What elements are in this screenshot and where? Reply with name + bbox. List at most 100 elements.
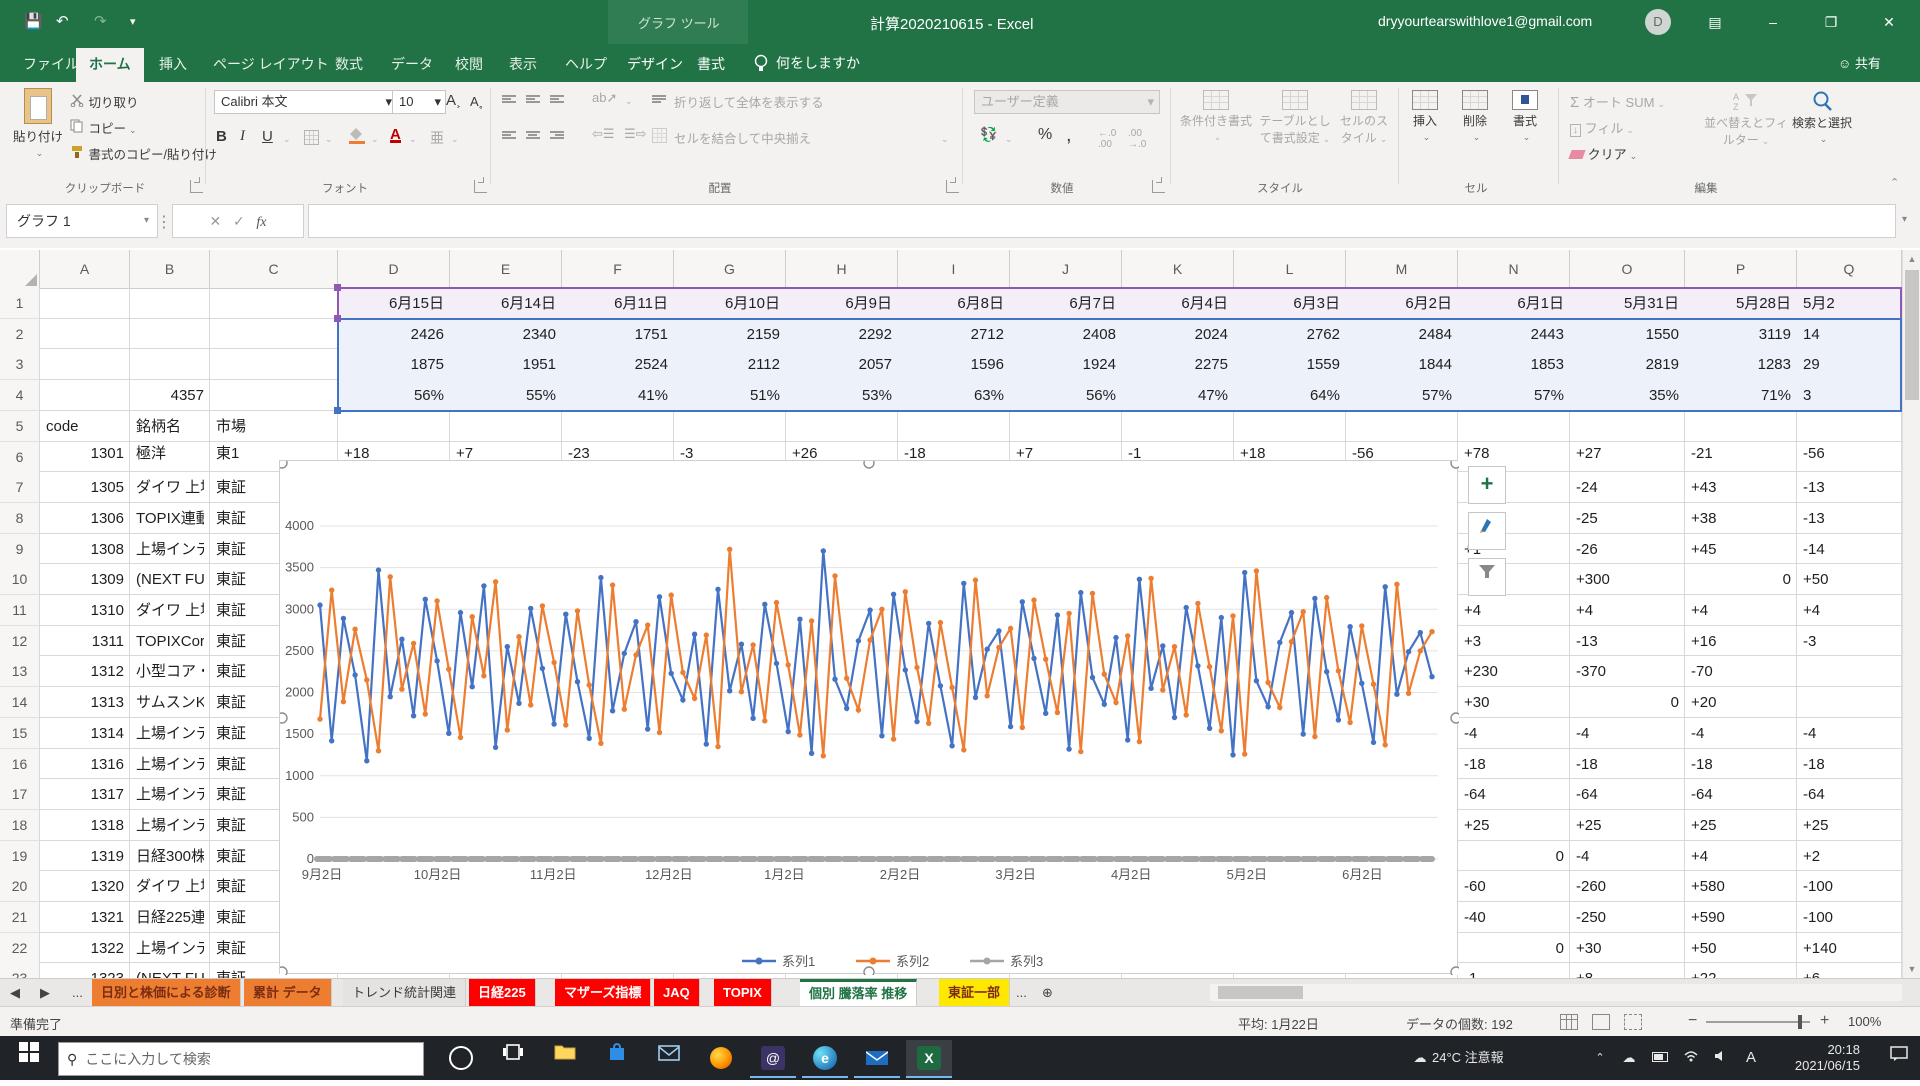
merge-center-button[interactable]: セルを結合して中央揃え	[674, 128, 811, 147]
column-header-J[interactable]: J	[1010, 250, 1122, 289]
ribbon-tab-8[interactable]: 表示	[496, 48, 550, 82]
expand-formula-bar-icon[interactable]: ▾	[1902, 214, 1907, 225]
row-header-23[interactable]: 23	[0, 963, 40, 978]
scroll-up-icon[interactable]: ▲	[1903, 250, 1920, 268]
cell-Q16[interactable]: -18	[1803, 749, 1896, 780]
firefox-icon[interactable]	[698, 1040, 744, 1076]
insert-function-icon[interactable]: fx	[256, 215, 266, 230]
cell-O6[interactable]: +27	[1576, 444, 1679, 464]
cell-N15[interactable]: -4	[1464, 718, 1564, 749]
row-header-10[interactable]: 10	[0, 564, 40, 595]
cell-A21[interactable]: 1321	[46, 902, 124, 933]
column-header-Q[interactable]: Q	[1797, 250, 1902, 289]
cell-N19[interactable]: 0	[1464, 841, 1564, 872]
range-handle[interactable]	[334, 315, 341, 322]
sheet-tab-9[interactable]: 東証一部	[939, 979, 1010, 1006]
cell-Q22[interactable]: +140	[1803, 933, 1896, 964]
redo-icon[interactable]: ↷	[94, 7, 107, 37]
cell-O15[interactable]: -4	[1576, 718, 1679, 749]
avatar[interactable]: D	[1645, 9, 1671, 35]
page-layout-view-icon[interactable]	[1592, 1014, 1610, 1030]
weather-info[interactable]: 24°C 注意報	[1432, 1036, 1542, 1080]
row-header-2[interactable]: 2	[0, 319, 40, 350]
row-header-12[interactable]: 12	[0, 626, 40, 657]
cell-P9[interactable]: +45	[1691, 534, 1791, 565]
collapse-ribbon-icon[interactable]: ⌃	[1890, 176, 1899, 189]
cell-A17[interactable]: 1317	[46, 779, 124, 810]
column-header-E[interactable]: E	[450, 250, 562, 289]
row-header-14[interactable]: 14	[0, 687, 40, 718]
cell-N17[interactable]: -64	[1464, 779, 1564, 810]
increase-font-icon[interactable]: A˲	[446, 92, 461, 109]
cell-B16[interactable]: 上場インデ	[136, 749, 204, 780]
row-header-4[interactable]: 4	[0, 380, 40, 411]
cell-O7[interactable]: -24	[1576, 472, 1679, 503]
cell-A11[interactable]: 1310	[46, 595, 124, 626]
clipboard-dialog-launcher-icon[interactable]	[190, 180, 203, 193]
row-header-3[interactable]: 3	[0, 349, 40, 380]
alignment-dialog-launcher-icon[interactable]	[946, 180, 959, 193]
format-cells-button[interactable]: 書式⌄	[1502, 90, 1548, 143]
cell-A18[interactable]: 1318	[46, 810, 124, 841]
cell-Q8[interactable]: -13	[1803, 503, 1896, 534]
sheet-tab-4[interactable]: 日経225	[469, 979, 536, 1006]
sheet-tab-8[interactable]: 個別 騰落率 推移	[800, 979, 917, 1006]
column-header-M[interactable]: M	[1346, 250, 1458, 289]
cell-A5[interactable]: code	[46, 411, 124, 442]
cell-B20[interactable]: ダイワ 上場	[136, 871, 204, 902]
zoom-level[interactable]: 100%	[1848, 1014, 1881, 1029]
cell-B19[interactable]: 日経300株	[136, 841, 204, 872]
cell-A19[interactable]: 1319	[46, 841, 124, 872]
fill-button[interactable]: ↓ フィル⌄	[1570, 118, 1634, 137]
align-left-icon[interactable]	[502, 130, 516, 141]
cell-Q19[interactable]: +2	[1803, 841, 1896, 872]
range-handle[interactable]	[334, 407, 341, 414]
align-right-icon[interactable]	[550, 130, 564, 141]
cell-P18[interactable]: +25	[1691, 810, 1791, 841]
cell-P19[interactable]: +4	[1691, 841, 1791, 872]
align-top-icon[interactable]	[502, 94, 516, 105]
font-color-dropdown-icon[interactable]: ⌄	[409, 134, 417, 145]
outlook-icon[interactable]	[854, 1040, 900, 1078]
cell-A15[interactable]: 1314	[46, 718, 124, 749]
cell-A22[interactable]: 1322	[46, 933, 124, 964]
font-color-icon[interactable]: A	[390, 126, 401, 143]
row-header-11[interactable]: 11	[0, 595, 40, 626]
cell-B7[interactable]: ダイワ 上場	[136, 472, 204, 503]
cell-Q12[interactable]: -3	[1803, 626, 1896, 657]
column-header-O[interactable]: O	[1570, 250, 1685, 289]
clock[interactable]: 20:182021/06/15	[1768, 1036, 1860, 1086]
zoom-in-icon[interactable]: +	[1820, 1012, 1829, 1030]
align-middle-icon[interactable]	[526, 94, 540, 105]
row-header-21[interactable]: 21	[0, 902, 40, 933]
cell-O19[interactable]: -4	[1576, 841, 1679, 872]
volume-icon[interactable]	[1710, 1036, 1732, 1080]
cell-B18[interactable]: 上場インデ	[136, 810, 204, 841]
onedrive-cloud-icon[interactable]: ☁	[1618, 1036, 1640, 1080]
cell-O13[interactable]: -370	[1576, 656, 1679, 687]
decrease-font-icon[interactable]: A˳	[470, 94, 483, 109]
cell-B21[interactable]: 日経225連	[136, 902, 204, 933]
cell-P12[interactable]: +16	[1691, 626, 1791, 657]
chart-elements-plus-button[interactable]: +	[1468, 466, 1506, 504]
cell-N23[interactable]: -1	[1464, 963, 1564, 978]
sheet-tab-6[interactable]: JAQ	[654, 979, 700, 1006]
cell-Q6[interactable]: -56	[1803, 444, 1896, 464]
sheet-nav-left-icon[interactable]: ◀	[10, 979, 20, 1006]
cell-N16[interactable]: -18	[1464, 749, 1564, 780]
column-header-H[interactable]: H	[786, 250, 898, 289]
cell-P15[interactable]: -4	[1691, 718, 1791, 749]
ime-mode-indicator[interactable]: A	[1740, 1036, 1762, 1080]
cell-B5[interactable]: 銘柄名	[136, 411, 204, 442]
store-icon[interactable]	[594, 1040, 640, 1076]
number-dialog-launcher-icon[interactable]	[1152, 180, 1165, 193]
align-center-icon[interactable]	[526, 130, 540, 141]
cell-A12[interactable]: 1311	[46, 626, 124, 657]
horizontal-scrollbar[interactable]	[1210, 984, 1902, 1001]
sheet-tab-1[interactable]: 日別と株価による診断	[92, 979, 241, 1006]
zoom-slider-track[interactable]	[1706, 1021, 1810, 1023]
percent-icon[interactable]: %	[1038, 126, 1052, 144]
cell-O12[interactable]: -13	[1576, 626, 1679, 657]
ribbon-tab-4[interactable]: ページ レイアウト	[200, 48, 342, 82]
cell-A9[interactable]: 1308	[46, 534, 124, 565]
